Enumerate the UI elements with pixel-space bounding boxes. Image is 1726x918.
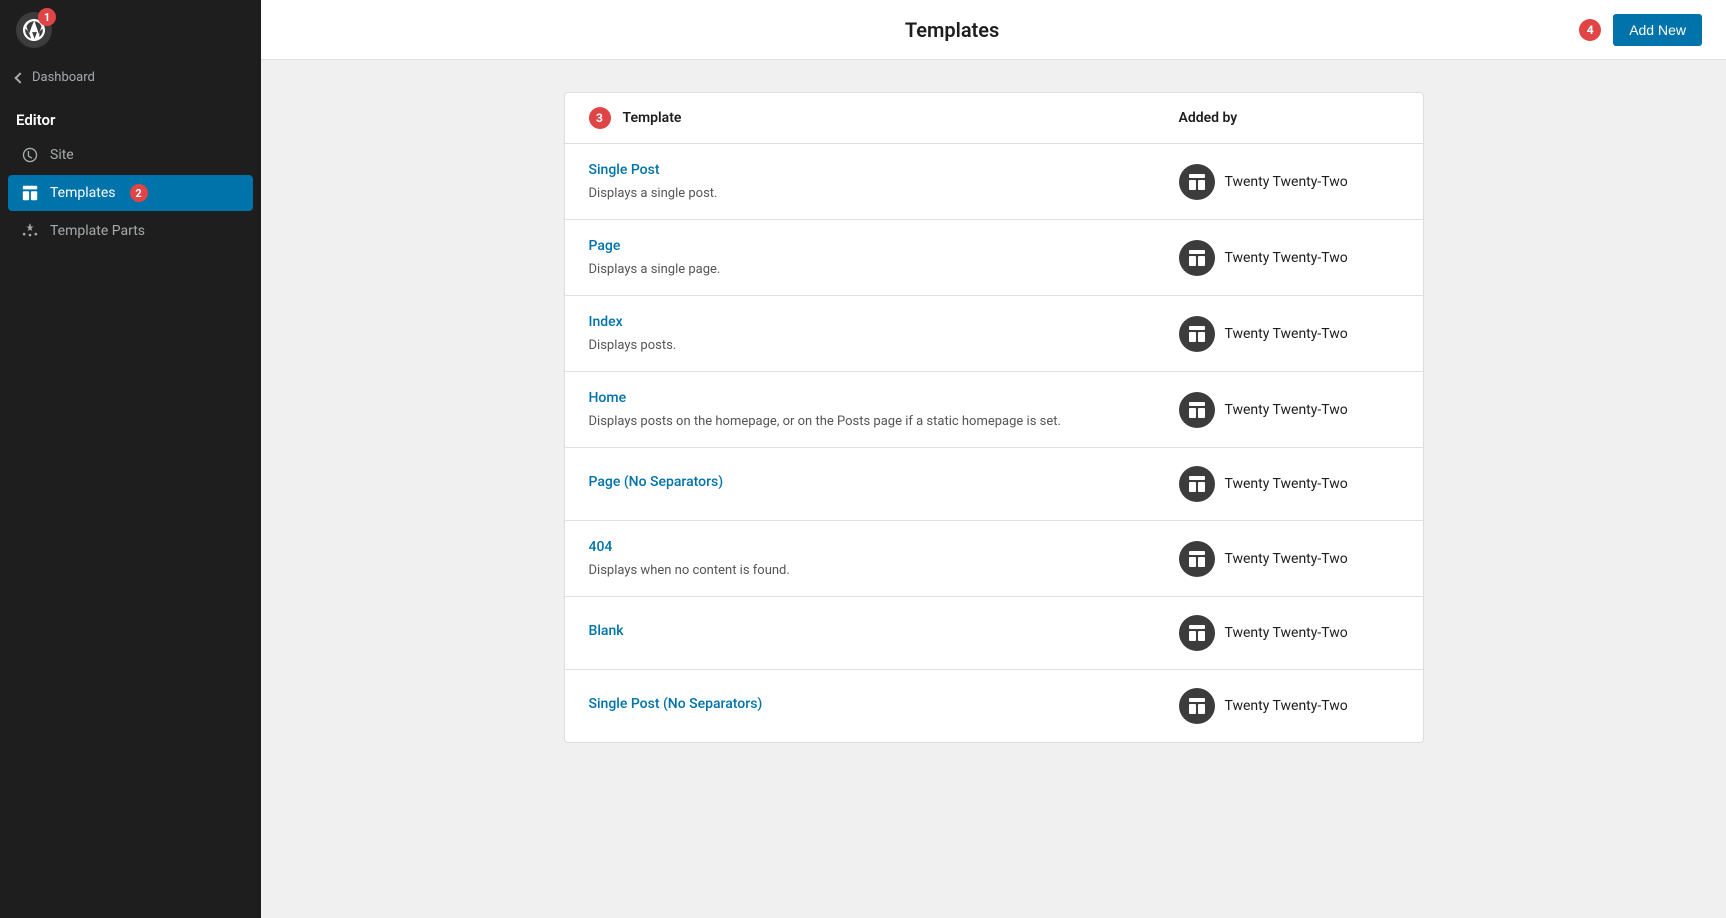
theme-icon-svg xyxy=(1187,248,1207,268)
sidebar: 1 Dashboard Editor Site Template xyxy=(0,0,261,918)
theme-name: Twenty Twenty-Two xyxy=(1225,625,1348,641)
theme-icon-svg xyxy=(1187,400,1207,420)
table-row[interactable]: Single Post Displays a single post. Twen… xyxy=(565,144,1423,220)
table-header: 3 Template Added by xyxy=(565,93,1423,144)
theme-icon xyxy=(1179,240,1215,276)
sidebar-item-parts-label: Template Parts xyxy=(50,223,145,239)
theme-icon xyxy=(1179,316,1215,352)
template-name[interactable]: Single Post (No Separators) xyxy=(589,696,1179,712)
col-added-header: Added by xyxy=(1179,110,1399,126)
template-name[interactable]: Index xyxy=(589,314,1179,330)
theme-icon-svg xyxy=(1187,474,1207,494)
table-row[interactable]: Home Displays posts on the homepage, or … xyxy=(565,372,1423,448)
sidebar-top: 1 xyxy=(0,0,261,60)
row-added-by: Twenty Twenty-Two xyxy=(1179,392,1399,428)
row-added-by: Twenty Twenty-Two xyxy=(1179,688,1399,724)
template-info: Page (No Separators) xyxy=(589,474,1179,494)
theme-name: Twenty Twenty-Two xyxy=(1225,551,1348,567)
row-added-by: Twenty Twenty-Two xyxy=(1179,164,1399,200)
templates-table: 3 Template Added by Single Post Displays… xyxy=(564,92,1424,743)
theme-name: Twenty Twenty-Two xyxy=(1225,326,1348,342)
theme-icon xyxy=(1179,615,1215,651)
theme-name: Twenty Twenty-Two xyxy=(1225,698,1348,714)
wp-badge: 1 xyxy=(38,8,56,26)
sidebar-item-site[interactable]: Site xyxy=(8,137,253,173)
table-header-cols: Template Added by xyxy=(623,110,1399,126)
table-row[interactable]: Page Displays a single page. Twenty Twen… xyxy=(565,220,1423,296)
col-template-header: Template xyxy=(623,110,1179,126)
row-added-by: Twenty Twenty-Two xyxy=(1179,466,1399,502)
main: Templates 4 Add New 3 Template Added by … xyxy=(261,0,1726,918)
template-name[interactable]: Page (No Separators) xyxy=(589,474,1179,490)
editor-title: Editor xyxy=(0,95,261,137)
chevron-left-icon xyxy=(14,72,25,83)
page-title: Templates xyxy=(905,18,999,42)
sidebar-nav: Site Templates 2 Template Parts xyxy=(0,137,261,249)
theme-icon-svg xyxy=(1187,623,1207,643)
topbar: Templates 4 Add New xyxy=(261,0,1726,60)
template-info: Blank xyxy=(589,623,1179,643)
theme-name: Twenty Twenty-Two xyxy=(1225,174,1348,190)
add-new-button[interactable]: Add New xyxy=(1613,14,1702,46)
topbar-badge: 4 xyxy=(1579,19,1601,41)
template-name[interactable]: 404 xyxy=(589,539,1179,555)
template-name[interactable]: Blank xyxy=(589,623,1179,639)
theme-icon xyxy=(1179,466,1215,502)
table-row[interactable]: Blank Twenty Twenty-Two xyxy=(565,597,1423,670)
theme-name: Twenty Twenty-Two xyxy=(1225,402,1348,418)
template-info: Single Post (No Separators) xyxy=(589,696,1179,716)
theme-icon-svg xyxy=(1187,549,1207,569)
theme-icon-svg xyxy=(1187,324,1207,344)
table-header-badge: 3 xyxy=(589,107,611,129)
template-info: Page Displays a single page. xyxy=(589,238,1179,277)
template-desc: Displays a single post. xyxy=(589,186,718,201)
theme-icon xyxy=(1179,164,1215,200)
template-info: Home Displays posts on the homepage, or … xyxy=(589,390,1179,429)
template-info: 404 Displays when no content is found. xyxy=(589,539,1179,578)
dashboard-link[interactable]: Dashboard xyxy=(0,60,261,95)
template-desc: Displays when no content is found. xyxy=(589,563,790,578)
table-row[interactable]: Single Post (No Separators) Twenty Twent… xyxy=(565,670,1423,742)
parts-icon xyxy=(20,221,40,241)
theme-icon xyxy=(1179,392,1215,428)
templates-badge: 2 xyxy=(130,184,148,202)
template-name[interactable]: Home xyxy=(589,390,1179,406)
sidebar-item-template-parts[interactable]: Template Parts xyxy=(8,213,253,249)
template-rows-container: Single Post Displays a single post. Twen… xyxy=(565,144,1423,742)
sidebar-item-templates-label: Templates xyxy=(50,185,116,201)
row-added-by: Twenty Twenty-Two xyxy=(1179,615,1399,651)
template-desc: Displays posts on the homepage, or on th… xyxy=(589,414,1061,429)
row-added-by: Twenty Twenty-Two xyxy=(1179,541,1399,577)
templates-icon xyxy=(20,183,40,203)
dashboard-label: Dashboard xyxy=(32,70,95,85)
template-name[interactable]: Single Post xyxy=(589,162,1179,178)
sidebar-item-site-label: Site xyxy=(50,147,74,163)
table-row[interactable]: Page (No Separators) Twenty Twenty-Two xyxy=(565,448,1423,521)
topbar-right: 4 Add New xyxy=(1579,14,1702,46)
table-row[interactable]: 404 Displays when no content is found. T… xyxy=(565,521,1423,597)
site-icon xyxy=(20,145,40,165)
theme-icon-svg xyxy=(1187,696,1207,716)
theme-icon-svg xyxy=(1187,172,1207,192)
theme-name: Twenty Twenty-Two xyxy=(1225,476,1348,492)
row-added-by: Twenty Twenty-Two xyxy=(1179,316,1399,352)
theme-icon xyxy=(1179,541,1215,577)
table-row[interactable]: Index Displays posts. Twenty Twenty-Two xyxy=(565,296,1423,372)
content-area: 3 Template Added by Single Post Displays… xyxy=(261,60,1726,918)
theme-name: Twenty Twenty-Two xyxy=(1225,250,1348,266)
template-name[interactable]: Page xyxy=(589,238,1179,254)
template-info: Index Displays posts. xyxy=(589,314,1179,353)
row-added-by: Twenty Twenty-Two xyxy=(1179,240,1399,276)
sidebar-item-templates[interactable]: Templates 2 xyxy=(8,175,253,211)
template-desc: Displays posts. xyxy=(589,338,677,353)
template-info: Single Post Displays a single post. xyxy=(589,162,1179,201)
wp-logo-wrap: 1 xyxy=(16,12,52,48)
theme-icon xyxy=(1179,688,1215,724)
template-desc: Displays a single page. xyxy=(589,262,721,277)
